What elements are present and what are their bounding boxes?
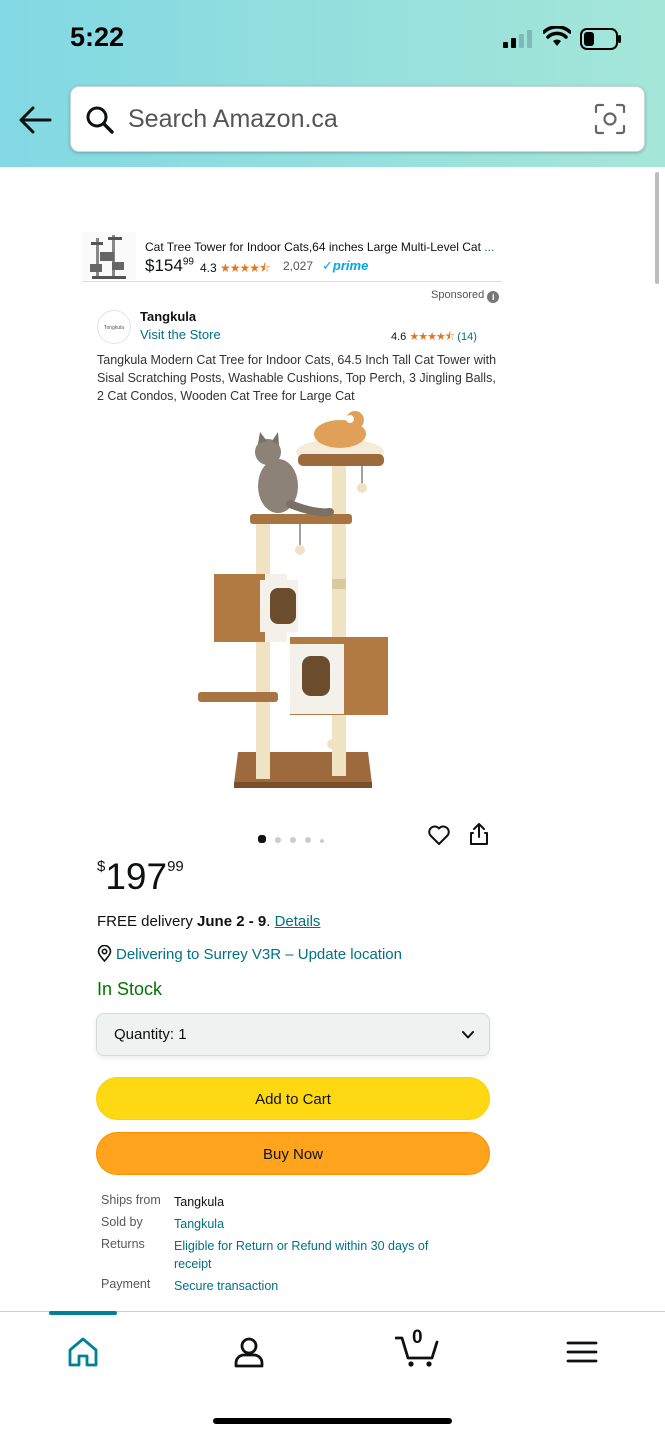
sponsored-title-ellipsis: ... (480, 240, 495, 254)
payment-link[interactable]: Secure transaction (174, 1277, 464, 1295)
brand-rating[interactable]: 4.6 ★★★★⯪ (14) (391, 328, 477, 347)
sponsored-product-title[interactable]: Cat Tree Tower for Indoor Cats,64 inches… (145, 240, 500, 254)
visit-store-link[interactable]: Visit the Store (140, 327, 221, 342)
payment-label: Payment (101, 1277, 151, 1291)
image-carousel-dots[interactable] (258, 830, 333, 848)
carousel-dot[interactable] (305, 837, 311, 843)
home-icon[interactable] (65, 1334, 101, 1370)
location-pin-icon (97, 945, 112, 962)
carousel-dot[interactable] (275, 837, 281, 843)
sponsored-label[interactable]: Sponsored i (431, 289, 500, 303)
quantity-select[interactable]: Quantity: 1 (96, 1013, 490, 1056)
cellular-signal-icon (503, 30, 532, 48)
product-title: Tangkula Modern Cat Tree for Indoor Cats… (97, 353, 497, 403)
camera-search-icon[interactable] (594, 103, 626, 135)
brand-rating-value: 4.6 (391, 331, 407, 343)
search-placeholder: Search Amazon.ca (128, 105, 338, 133)
home-indicator-bar (213, 1418, 452, 1424)
prime-badge: ✓prime (322, 258, 369, 273)
info-icon: i (487, 291, 500, 303)
price-fraction: 99 (167, 858, 184, 875)
cart-count: 0 (412, 1327, 423, 1348)
returns-label: Returns (101, 1237, 145, 1251)
chevron-down-icon (462, 1031, 474, 1039)
location-text: Delivering to Surrey V3R – Update locati… (116, 946, 402, 963)
quantity-label: Quantity: 1 (114, 1026, 187, 1043)
account-icon[interactable] (231, 1334, 267, 1370)
returns-link[interactable]: Eligible for Return or Refund within 30 … (174, 1237, 464, 1273)
scrollbar[interactable] (655, 172, 659, 284)
nav-active-indicator (49, 1311, 117, 1315)
product-image[interactable] (190, 404, 400, 796)
search-input[interactable]: Search Amazon.ca (70, 86, 645, 152)
menu-icon[interactable] (564, 1334, 600, 1370)
buy-now-button[interactable]: Buy Now (96, 1132, 490, 1175)
delivery-dates: June 2 - 9 (197, 913, 267, 930)
app-header: 5:22 Search Amazon.ca (0, 0, 665, 167)
sponsored-rating-count: 2,027 (283, 259, 314, 273)
sponsored-title-text: Cat Tree Tower for Indoor Cats,64 inches… (145, 240, 481, 254)
cart-icon[interactable]: 0 (395, 1327, 439, 1368)
ships-from-label: Ships from (101, 1193, 161, 1207)
delivery-separator: . (266, 913, 275, 930)
sponsored-label-text: Sponsored (431, 289, 485, 301)
sponsored-product-rating: 4.3 ★★★★⯪ (200, 259, 270, 280)
sponsored-price-fraction: 99 (182, 256, 194, 268)
star-rating-icon: ★★★★⯪ (409, 331, 455, 343)
sponsored-rating-value: 4.3 (200, 261, 217, 275)
stock-status: In Stock (97, 979, 163, 999)
brand-rating-count: (14) (457, 331, 477, 343)
add-to-cart-button[interactable]: Add to Cart (96, 1077, 490, 1120)
search-icon (86, 106, 114, 134)
carousel-dot[interactable] (290, 837, 296, 843)
sponsored-product-thumbnail (82, 232, 136, 280)
carousel-dot[interactable] (320, 839, 324, 843)
wifi-icon (543, 26, 571, 46)
status-time: 5:22 (70, 22, 125, 52)
price-whole: 197 (105, 856, 168, 897)
brand-logo-text: Tongkula (103, 325, 124, 331)
heart-icon[interactable] (427, 823, 451, 847)
product-price: $19799 (97, 856, 184, 898)
sold-by-link[interactable]: Tangkula (174, 1215, 464, 1233)
delivery-location[interactable]: Delivering to Surrey V3R – Update locati… (97, 945, 402, 963)
share-icon[interactable] (467, 822, 491, 846)
brand-name: Tangkula (140, 309, 197, 324)
ships-from-value: Tangkula (174, 1195, 225, 1209)
battery-icon (580, 28, 621, 50)
back-arrow-icon[interactable] (18, 104, 52, 136)
carousel-dot[interactable] (258, 835, 266, 843)
sponsored-product-strip[interactable]: Cat Tree Tower for Indoor Cats,64 inches… (82, 232, 502, 282)
brand-logo[interactable]: Tongkula (97, 310, 131, 344)
bottom-nav: 0 (0, 1311, 665, 1440)
star-rating-icon: ★★★★⯪ (220, 261, 270, 275)
delivery-info: FREE delivery June 2 - 9. Details (97, 913, 320, 930)
sponsored-product-price: $15499 (145, 256, 194, 276)
delivery-prefix: FREE delivery (97, 913, 198, 930)
delivery-details-link[interactable]: Details (275, 913, 321, 930)
sold-by-label: Sold by (101, 1215, 143, 1229)
sponsored-price-whole: $154 (145, 256, 183, 275)
